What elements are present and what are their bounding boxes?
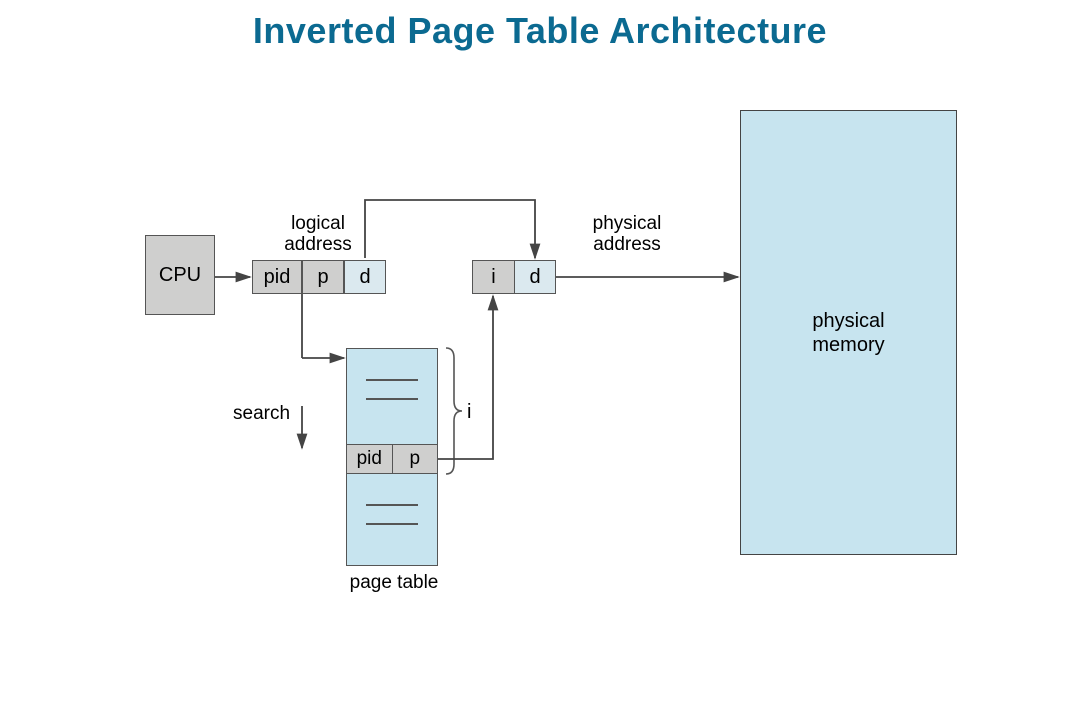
logical-address-label: logicaladdress <box>258 213 378 255</box>
pt-dash <box>366 504 418 506</box>
pt-dash <box>366 398 418 400</box>
pa-i-cell: i <box>472 260 514 294</box>
physical-memory-box: physicalmemory <box>740 110 957 555</box>
page-table-row: pid p <box>346 444 438 474</box>
slide: Inverted Page Table Architecture CPU log… <box>0 0 1080 720</box>
la-d-cell: d <box>344 260 386 294</box>
cpu-box: CPU <box>145 235 215 315</box>
slide-title: Inverted Page Table Architecture <box>0 10 1080 52</box>
search-label: search <box>233 403 290 425</box>
physical-address-label: physicaladdress <box>567 213 687 255</box>
brace-label: i <box>467 401 471 424</box>
pt-dash <box>366 379 418 381</box>
brace-icon <box>444 348 464 474</box>
pt-p-cell: p <box>392 444 439 474</box>
la-p-cell: p <box>302 260 344 294</box>
la-pid-cell: pid <box>252 260 302 294</box>
page-table-label: page table <box>344 572 444 594</box>
pa-d-cell: d <box>514 260 556 294</box>
pt-dash <box>366 523 418 525</box>
pt-pid-cell: pid <box>346 444 392 474</box>
diagram: CPU logicaladdress pid p d physicaladdre… <box>120 100 970 625</box>
